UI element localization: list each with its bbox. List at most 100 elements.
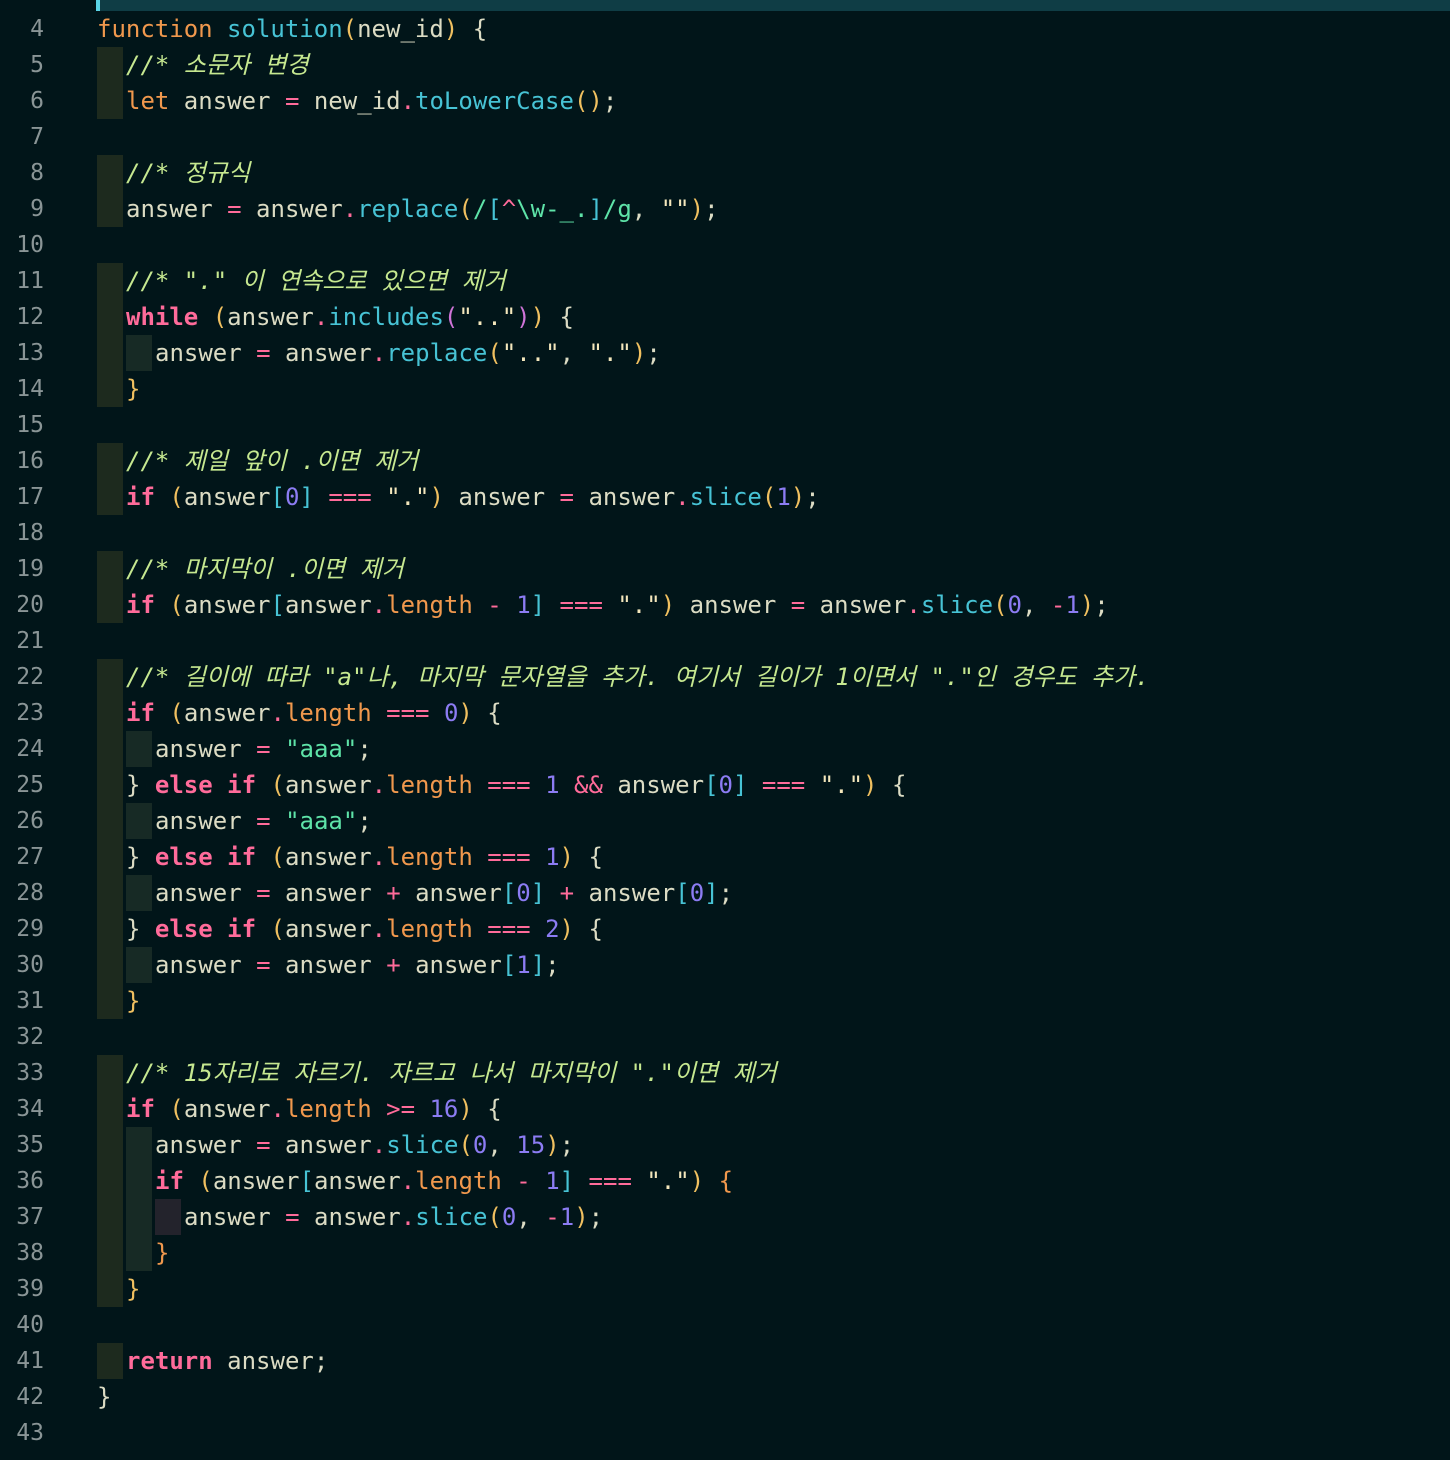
- code-line[interactable]: 33 //* 15자리로 자르기. 자르고 나서 마지막이 "."이면 제거: [0, 1055, 1450, 1091]
- token: answer: [284, 843, 372, 871]
- token: ;: [602, 87, 618, 115]
- code-line[interactable]: 5 //* 소문자 변경: [0, 47, 1450, 83]
- token: answer: [169, 87, 285, 115]
- code-line[interactable]: 37 answer = answer.slice(0, -1);: [0, 1199, 1450, 1235]
- token: .: [400, 87, 416, 115]
- code-line[interactable]: 40: [0, 1307, 1450, 1343]
- code-text: let answer = new_id.toLowerCase();: [97, 83, 617, 119]
- indent-guide: [97, 1199, 123, 1235]
- token: =: [256, 807, 271, 835]
- code-line[interactable]: 20 if (answer[answer.length - 1] === ".")…: [0, 587, 1450, 623]
- code-line[interactable]: 18: [0, 515, 1450, 551]
- token: }: [97, 1383, 112, 1411]
- code-line[interactable]: 30 answer = answer + answer[1];: [0, 947, 1450, 983]
- indent-guide: [97, 299, 123, 335]
- code-line[interactable]: 23 if (answer.length === 0) {: [0, 695, 1450, 731]
- token: =: [559, 483, 574, 511]
- code-line[interactable]: 32: [0, 1019, 1450, 1055]
- token: (: [458, 1131, 473, 1159]
- token: =: [284, 87, 300, 115]
- token: answer: [805, 591, 907, 619]
- code-line[interactable]: 24 answer = "aaa";: [0, 731, 1450, 767]
- code-line[interactable]: 26 answer = "aaa";: [0, 803, 1450, 839]
- code-line[interactable]: 9 answer = answer.replace(/[^\w-_.]/g, ""…: [0, 191, 1450, 227]
- code-line[interactable]: 12 while (answer.includes("..")) {: [0, 299, 1450, 335]
- token: }: [126, 375, 141, 403]
- token: }: [126, 843, 155, 871]
- token: "..": [501, 339, 560, 367]
- line-number: 42: [16, 1384, 44, 1410]
- code-line[interactable]: 19 //* 마지막이 .이면 제거: [0, 551, 1450, 587]
- token: answer: [155, 879, 257, 907]
- token: slice: [920, 591, 994, 619]
- code-line[interactable]: 35 answer = answer.slice(0, 15);: [0, 1127, 1450, 1163]
- indent-guide: [126, 1127, 152, 1163]
- code-line[interactable]: 13 answer = answer.replace("..", ".");: [0, 335, 1450, 371]
- code-line[interactable]: 41 return answer;: [0, 1343, 1450, 1379]
- code-text: //* 15자리로 자르기. 자르고 나서 마지막이 "."이면 제거: [97, 1055, 777, 1091]
- token: //* 길이에 따라 "a"나, 마지막 문자열을 추가. 여기서 길이가 1이…: [126, 663, 1150, 691]
- token: //* 15자리로 자르기. 자르고 나서 마지막이 "."이면 제거: [126, 1059, 777, 1087]
- token: =: [256, 879, 271, 907]
- token: length: [386, 915, 473, 943]
- code-text: answer = "aaa";: [97, 731, 372, 767]
- code-line[interactable]: 14}: [0, 371, 1450, 407]
- line-number: 27: [16, 844, 44, 870]
- line-number: 37: [16, 1204, 44, 1230]
- code-line[interactable]: 10: [0, 227, 1450, 263]
- code-line[interactable]: 15: [0, 407, 1450, 443]
- code-line[interactable]: 43: [0, 1415, 1450, 1451]
- token: ,: [516, 1203, 546, 1231]
- token: [: [270, 483, 285, 511]
- code-text: } else if (answer.length === 1 && answer…: [97, 767, 906, 803]
- code-line[interactable]: 4 function solution(new_id) {: [0, 11, 1450, 47]
- code-line[interactable]: 16 //* 제일 앞이 .이면 제거: [0, 443, 1450, 479]
- code-line[interactable]: 31}: [0, 983, 1450, 1019]
- code-line[interactable]: 27} else if (answer.length === 1) {: [0, 839, 1450, 875]
- code-line[interactable]: 38}: [0, 1235, 1450, 1271]
- code-line[interactable]: 29} else if (answer.length === 2) {: [0, 911, 1450, 947]
- token: (: [487, 1203, 502, 1231]
- token: 1: [559, 1203, 575, 1231]
- indent-guide: [97, 731, 123, 767]
- code-line[interactable]: 11 //* "." 이 연속으로 있으면 제거: [0, 263, 1450, 299]
- token: ;: [1094, 591, 1109, 619]
- line-number: 22: [16, 664, 44, 690]
- code-text: //* 마지막이 .이면 제거: [97, 551, 404, 587]
- code-line[interactable]: 28 answer = answer + answer[0] + answer[0…: [0, 875, 1450, 911]
- code-line[interactable]: 25} else if (answer.length === 1 && answ…: [0, 767, 1450, 803]
- code-line[interactable]: 17 if (answer[0] === ".") answer = answer…: [0, 479, 1450, 515]
- code-line[interactable]: 42}: [0, 1379, 1450, 1415]
- line-number: 33: [16, 1060, 44, 1086]
- code-line[interactable]: 7: [0, 119, 1450, 155]
- code-line[interactable]: 22 //* 길이에 따라 "a"나, 마지막 문자열을 추가. 여기서 길이가 …: [0, 659, 1450, 695]
- token: ): [574, 1203, 589, 1231]
- token: ]: [704, 879, 719, 907]
- indent-guide: [97, 947, 123, 983]
- token: (: [169, 1095, 184, 1123]
- code-text: //* 길이에 따라 "a"나, 마지막 문자열을 추가. 여기서 길이가 1이…: [97, 659, 1150, 695]
- token: else if: [154, 843, 257, 871]
- token: (: [487, 339, 502, 367]
- line-number: 36: [16, 1168, 44, 1194]
- token: {: [877, 771, 907, 799]
- token: 0: [501, 1203, 517, 1231]
- token: ]: [530, 879, 546, 907]
- code-line[interactable]: 21: [0, 623, 1450, 659]
- code-line[interactable]: 36 if (answer[answer.length - 1] === ".")…: [0, 1163, 1450, 1199]
- code-line[interactable]: 39}: [0, 1271, 1450, 1307]
- code-line[interactable]: 8 //* 정규식: [0, 155, 1450, 191]
- code-line[interactable]: 6 let answer = new_id.toLowerCase();: [0, 83, 1450, 119]
- token: return: [126, 1347, 213, 1375]
- token: ".": [617, 591, 661, 619]
- token: slice: [386, 1131, 459, 1159]
- indent-guide: [126, 731, 152, 767]
- code-line[interactable]: 34 if (answer.length >= 16) {: [0, 1091, 1450, 1127]
- line-number: 13: [16, 340, 44, 366]
- token: (: [458, 195, 473, 223]
- token: new_id: [357, 15, 444, 43]
- code-editor[interactable]: 4 function solution(new_id) {5//* 소문자 변경 6…: [0, 11, 1450, 1451]
